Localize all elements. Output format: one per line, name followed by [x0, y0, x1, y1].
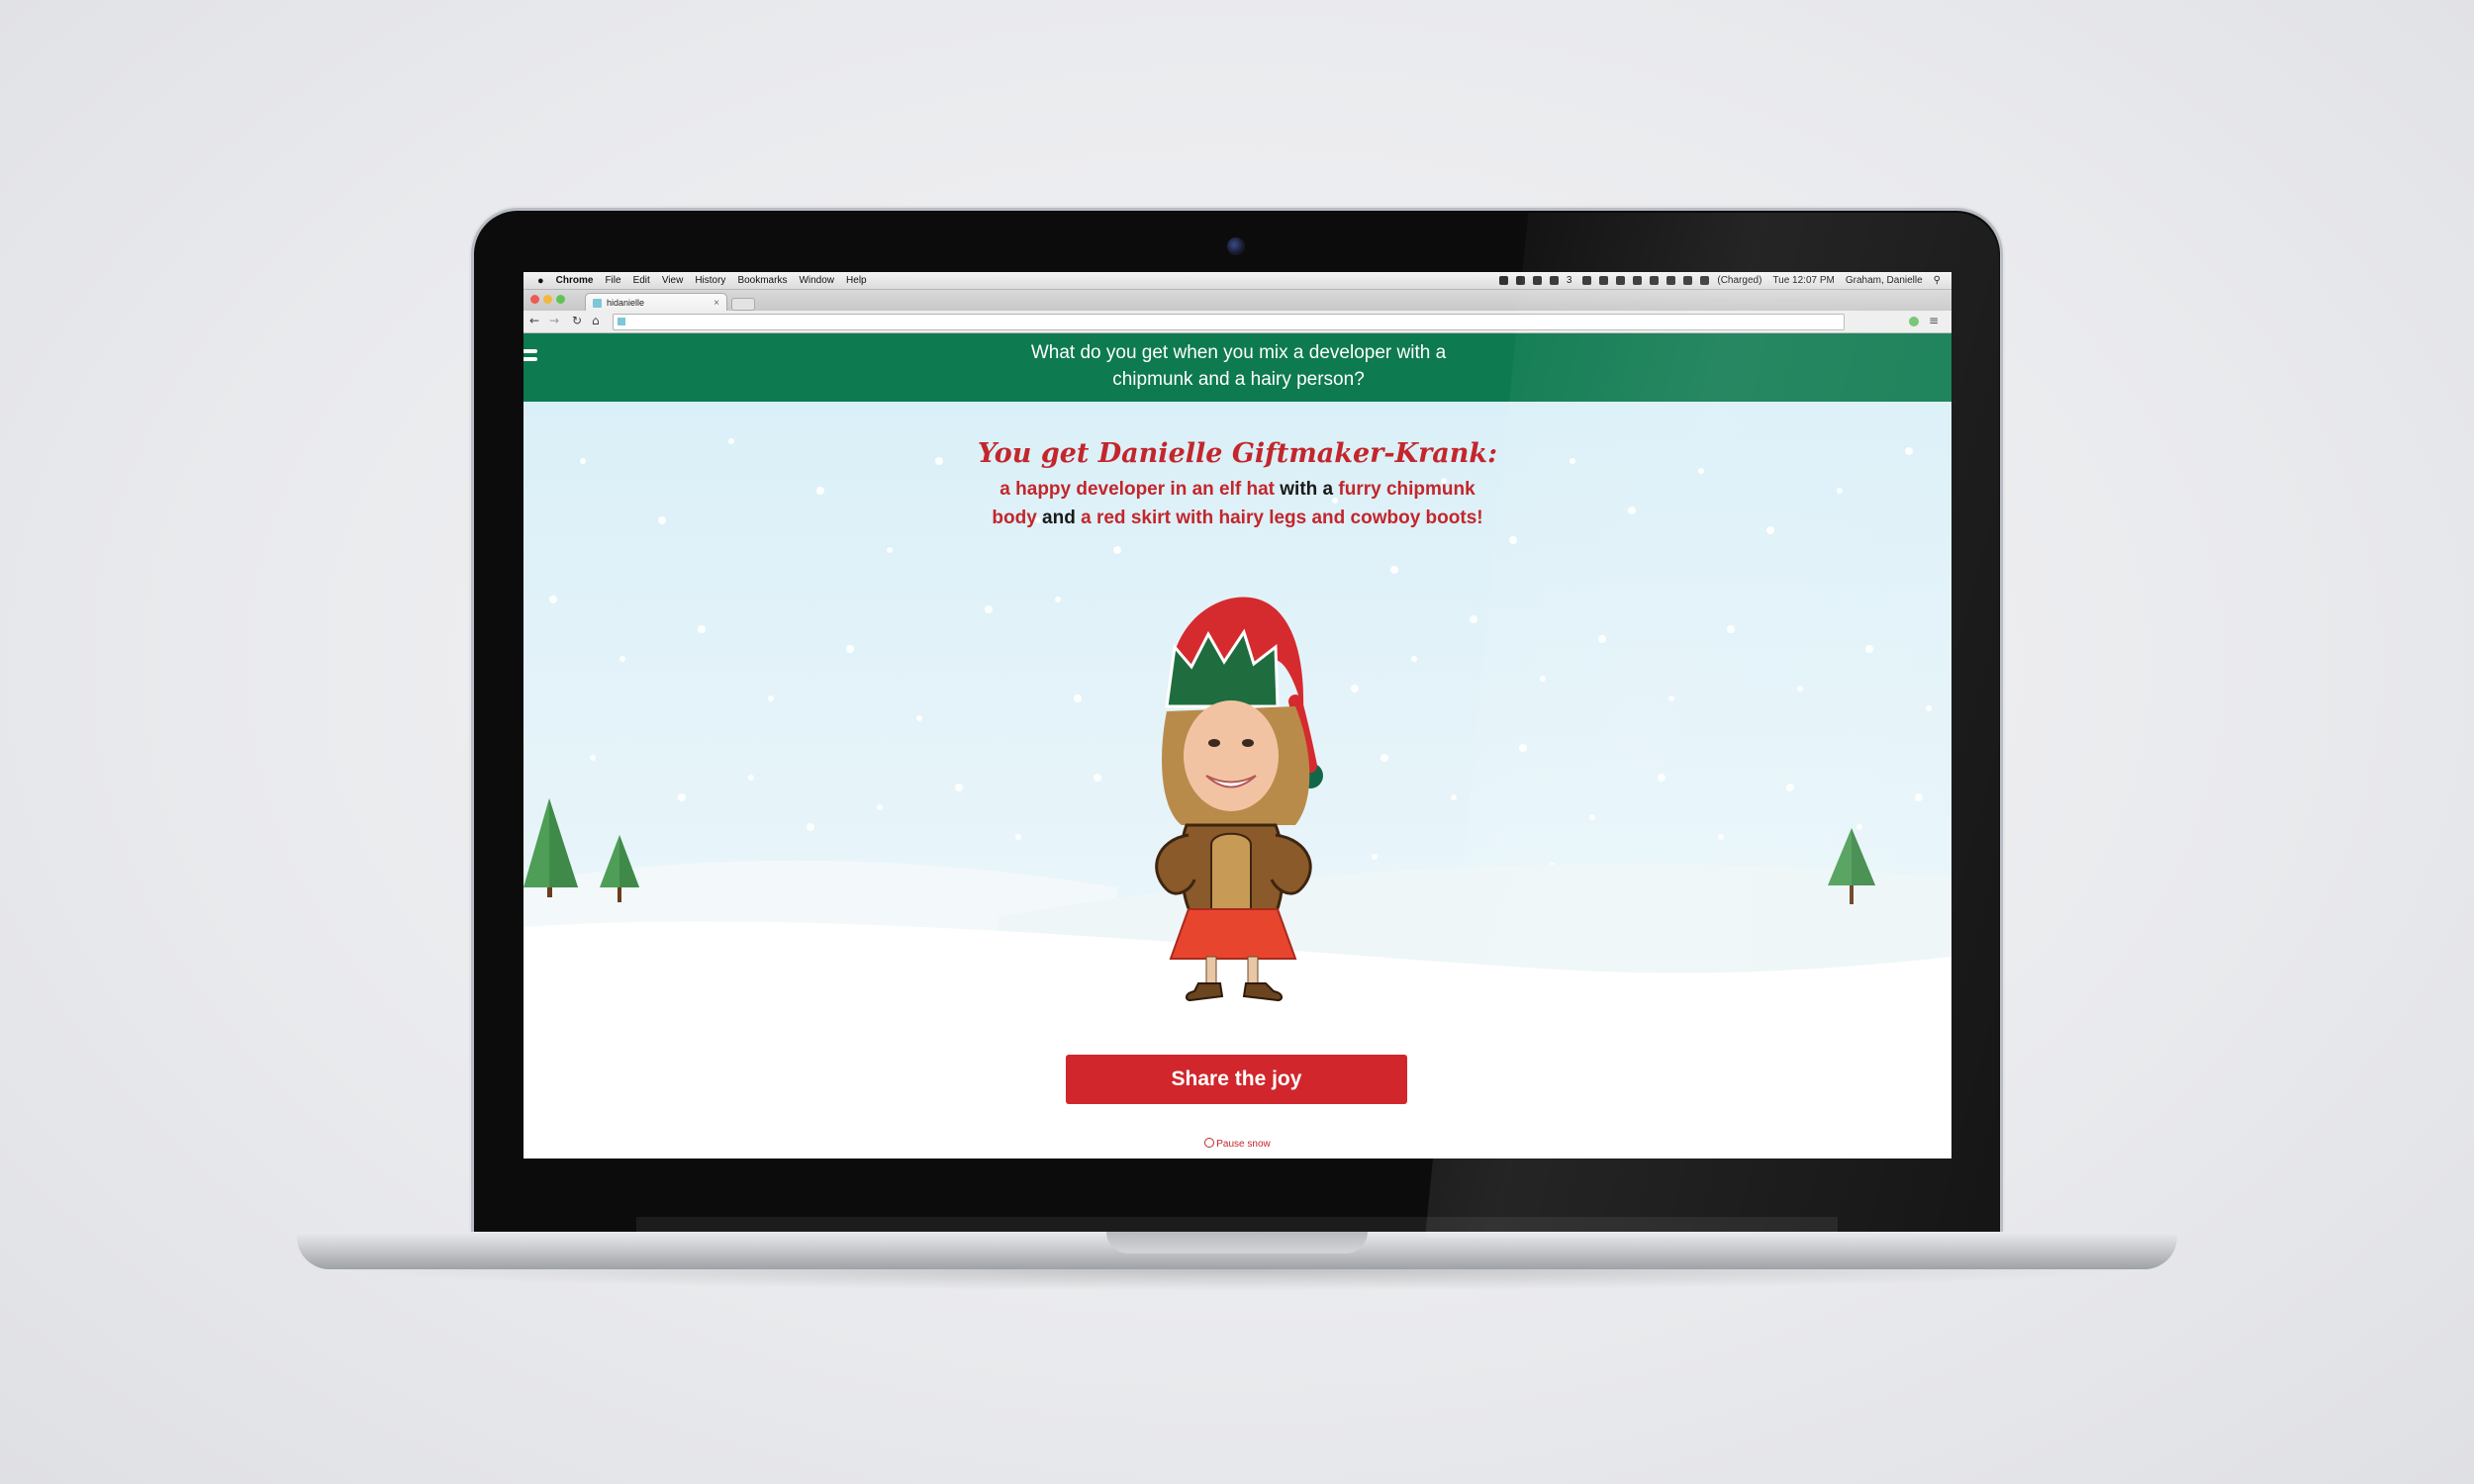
- menu-help[interactable]: Help: [846, 275, 867, 286]
- pause-icon: [1204, 1138, 1215, 1148]
- hamburger-menu-icon[interactable]: [523, 349, 537, 365]
- tray-app-icon[interactable]: [1599, 276, 1609, 285]
- tray-count[interactable]: 3: [1567, 275, 1572, 286]
- laptop-shadow: [327, 1269, 2147, 1291]
- status-tray: 3 (Charged) Tue 12:07 PM Graham, Daniell…: [1498, 275, 1951, 286]
- forward-arrow-icon[interactable]: →: [549, 314, 559, 327]
- close-tab-icon[interactable]: ×: [714, 298, 719, 309]
- menu-file[interactable]: File: [605, 275, 620, 286]
- time-machine-icon[interactable]: [1616, 276, 1626, 285]
- reload-icon[interactable]: ↻: [572, 314, 582, 327]
- favicon-icon: [593, 298, 602, 308]
- browser-tab-active[interactable]: hidanielle ×: [585, 293, 727, 312]
- webcam-icon: [1227, 237, 1245, 255]
- pause-snow-label: Pause snow: [1216, 1139, 1271, 1150]
- browser-tabbar: hidanielle ×: [523, 290, 1951, 312]
- pause-snow-link[interactable]: Pause snow: [523, 1138, 1951, 1150]
- tray-app-icon[interactable]: [1532, 276, 1542, 285]
- page-headline: You get Danielle Giftmaker-Krank:: [977, 438, 1498, 469]
- description-head: a happy developer in an elf hat: [999, 479, 1275, 500]
- site-favicon-icon: [618, 318, 625, 325]
- extension-icon[interactable]: [1909, 317, 1919, 326]
- elf-character-illustration: [1155, 597, 1323, 1002]
- browser-toolbar: ← → ↻ ⌂ ≡: [523, 311, 1951, 333]
- mac-menubar: ● Chrome File Edit View History Bookmark…: [523, 272, 1951, 290]
- laptop-screen: ● Chrome File Edit View History Bookmark…: [523, 272, 1951, 1159]
- menu-edit[interactable]: Edit: [633, 275, 650, 286]
- elf-description: a happy developer in an elf hat with a f…: [989, 475, 1486, 532]
- home-icon[interactable]: ⌂: [592, 314, 600, 327]
- hamburger-menu-icon[interactable]: ≡: [1929, 314, 1939, 327]
- tray-app-icon[interactable]: [1515, 276, 1525, 285]
- share-button[interactable]: Share the joy: [1066, 1055, 1407, 1104]
- tray-app-icon[interactable]: [1582, 276, 1592, 285]
- close-window-button[interactable]: [530, 295, 539, 304]
- back-arrow-icon[interactable]: ←: [529, 314, 539, 327]
- volume-icon[interactable]: [1683, 276, 1693, 285]
- tab-title: hidanielle: [607, 298, 645, 308]
- address-bar[interactable]: [613, 314, 1845, 330]
- bluetooth-icon[interactable]: [1650, 276, 1660, 285]
- menu-view[interactable]: View: [662, 275, 684, 286]
- apple-icon[interactable]: ●: [537, 275, 544, 287]
- description-connector: with a: [1274, 479, 1339, 500]
- zoom-window-button[interactable]: [556, 295, 565, 304]
- description-connector: and: [1036, 508, 1082, 528]
- minimize-window-button[interactable]: [543, 295, 552, 304]
- banner-question: What do you get when you mix a developer…: [1030, 342, 1447, 390]
- menu-app-name[interactable]: Chrome: [556, 275, 594, 286]
- tray-app-icon[interactable]: [1498, 276, 1508, 285]
- spotlight-search-icon[interactable]: ⚲: [1934, 275, 1941, 286]
- battery-icon[interactable]: [1700, 276, 1710, 285]
- wifi-icon[interactable]: [1666, 276, 1676, 285]
- battery-status[interactable]: (Charged): [1717, 275, 1761, 286]
- web-page: What do you get when you mix a developer…: [523, 333, 1951, 1159]
- tray-app-icon[interactable]: [1549, 276, 1559, 285]
- menu-bookmarks[interactable]: Bookmarks: [737, 275, 787, 286]
- user-name[interactable]: Graham, Danielle: [1846, 275, 1923, 286]
- laptop-opening-notch: [1106, 1232, 1368, 1253]
- menu-history[interactable]: History: [695, 275, 725, 286]
- description-legs: a red skirt with hairy legs and cowboy b…: [1081, 508, 1483, 528]
- clock[interactable]: Tue 12:07 PM: [1772, 275, 1834, 286]
- top-banner: What do you get when you mix a developer…: [523, 333, 1951, 402]
- laptop-hinge: [636, 1217, 1838, 1232]
- new-tab-button[interactable]: [731, 298, 755, 311]
- display-icon[interactable]: [1633, 276, 1643, 285]
- menu-window[interactable]: Window: [799, 275, 834, 286]
